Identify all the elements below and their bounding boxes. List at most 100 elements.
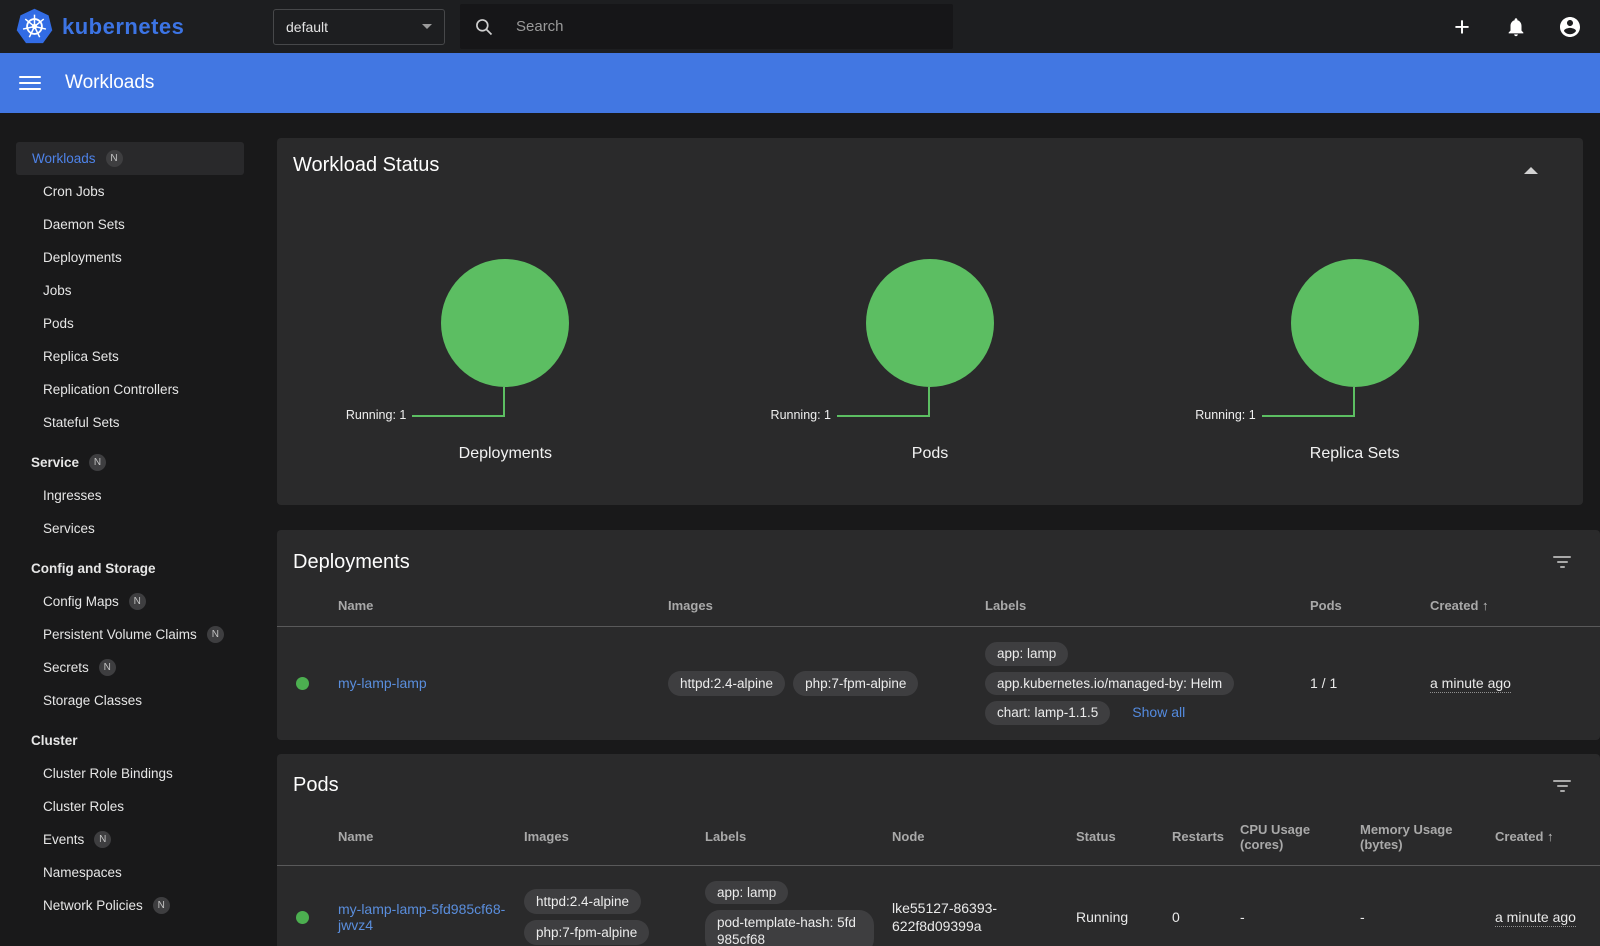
page-title: Workloads	[65, 72, 154, 94]
show-all-labels-link[interactable]: Show all	[1132, 704, 1185, 720]
column-header-memory[interactable]: Memory Usage (bytes)	[1360, 808, 1495, 866]
collapse-card-button[interactable]	[1519, 158, 1543, 182]
account-button[interactable]	[1558, 15, 1582, 39]
pod-memory-usage: -	[1360, 865, 1495, 946]
sidebar-item-deployments[interactable]: Deployments	[16, 241, 244, 274]
pods-card-title: Pods	[293, 774, 339, 797]
sidebar-item-secrets[interactable]: SecretsN	[16, 651, 244, 684]
page-toolbar: Workloads	[0, 53, 1600, 113]
sidebar-item-label: Services	[43, 512, 95, 545]
column-header-images[interactable]: Images	[524, 808, 705, 866]
menu-button[interactable]	[19, 72, 41, 94]
sidebar-item-label: Deployments	[43, 241, 122, 274]
column-header-created[interactable]: Created ↑	[1430, 584, 1600, 627]
sidebar-item-network-policies[interactable]: Network PoliciesN	[16, 889, 244, 922]
column-header-labels[interactable]: Labels	[985, 584, 1310, 627]
label-chip: php:7-fpm-alpine	[524, 920, 649, 945]
pod-images: httpd:2.4-alpinephp:7-fpm-alpine	[524, 865, 705, 946]
sidebar-item-storage-classes[interactable]: Storage Classes	[16, 684, 244, 717]
new-badge: N	[106, 150, 123, 167]
deployment-name-link[interactable]: my-lamp-lamp	[338, 675, 427, 691]
label-chip: app: lamp	[705, 881, 788, 905]
deployments-table: Name Images Labels Pods Created ↑ my-lam…	[277, 584, 1600, 740]
sidebar-item-events[interactable]: EventsN	[16, 823, 244, 856]
filter-icon[interactable]	[1552, 778, 1572, 794]
search-input[interactable]	[516, 18, 896, 35]
pod-node: lke55127-86393-622f8d09399a	[892, 899, 1066, 935]
callout-line	[412, 387, 505, 417]
deployments-pie-chart: Running: 1 Deployments	[293, 259, 718, 463]
sidebar-item-label: Stateful Sets	[43, 406, 120, 439]
sidebar-item-cron-jobs[interactable]: Cron Jobs	[16, 175, 244, 208]
sidebar-item-label: Daemon Sets	[43, 208, 125, 241]
pie-slice-label: Running: 1	[346, 408, 406, 422]
main-content: Workload Status Running: 1 Deployments	[260, 113, 1600, 946]
pod-created: a minute ago	[1495, 909, 1576, 927]
search-bar[interactable]	[460, 4, 953, 49]
account-circle-icon	[1558, 14, 1582, 40]
sidebar-nav: Workloads N Cron JobsDaemon SetsDeployment…	[0, 113, 260, 946]
pod-restarts: 0	[1172, 865, 1240, 946]
sidebar-item-ingresses[interactable]: Ingresses	[16, 479, 244, 512]
namespace-select[interactable]: default	[273, 9, 445, 45]
column-header-images[interactable]: Images	[668, 584, 985, 627]
sidebar-item-label: Jobs	[43, 274, 72, 307]
column-header-name[interactable]: Name	[338, 808, 524, 866]
sidebar-item-label: Persistent Volume Claims	[43, 618, 197, 651]
callout-line	[837, 387, 930, 417]
sidebar-item-label: Workloads	[32, 142, 96, 175]
sidebar-item-services[interactable]: Services	[16, 512, 244, 545]
sidebar-item-jobs[interactable]: Jobs	[16, 274, 244, 307]
notifications-button[interactable]	[1504, 15, 1528, 39]
column-header-status-text[interactable]: Status	[1076, 808, 1172, 866]
new-badge: N	[89, 454, 106, 471]
pod-name-link[interactable]: my-lamp-lamp-5fd985cf68-jwvz4	[338, 901, 505, 933]
sidebar-item-label: Ingresses	[43, 479, 102, 512]
pod-row: my-lamp-lamp-5fd985cf68-jwvz4 httpd:2.4-…	[277, 865, 1600, 946]
deployment-pods-count: 1 / 1	[1310, 627, 1430, 740]
column-header-status	[277, 584, 338, 627]
pod-status: Running	[1076, 865, 1172, 946]
sidebar-item-config-maps[interactable]: Config MapsN	[16, 585, 244, 618]
sidebar-item-config-and-storage: Config and Storage	[16, 552, 244, 585]
column-header-created[interactable]: Created ↑	[1495, 808, 1600, 866]
workload-status-card: Workload Status Running: 1 Deployments	[277, 138, 1583, 505]
sidebar-item-replica-sets[interactable]: Replica Sets	[16, 340, 244, 373]
pod-cpu-usage: -	[1240, 865, 1360, 946]
sidebar-item-stateful-sets[interactable]: Stateful Sets	[16, 406, 244, 439]
create-resource-button[interactable]: +	[1450, 15, 1474, 39]
column-header-status	[277, 808, 338, 866]
sidebar-item-service: ServiceN	[16, 446, 244, 479]
column-header-pods[interactable]: Pods	[1310, 584, 1430, 627]
sidebar-item-persistent-volume-claims[interactable]: Persistent Volume ClaimsN	[16, 618, 244, 651]
chevron-down-icon	[422, 24, 432, 29]
brand-name: kubernetes	[62, 14, 184, 40]
sidebar-item-cluster-roles[interactable]: Cluster Roles	[16, 790, 244, 823]
sidebar-item-daemon-sets[interactable]: Daemon Sets	[16, 208, 244, 241]
sidebar-item-replication-controllers[interactable]: Replication Controllers	[16, 373, 244, 406]
filter-icon[interactable]	[1552, 554, 1572, 570]
column-header-restarts[interactable]: Restarts	[1172, 808, 1240, 866]
column-header-node[interactable]: Node	[892, 808, 1076, 866]
label-chip: app: lamp	[985, 642, 1068, 666]
chevron-up-icon	[1524, 167, 1538, 174]
sidebar-item-workloads[interactable]: Workloads N	[16, 142, 244, 175]
column-header-cpu[interactable]: CPU Usage (cores)	[1240, 808, 1360, 866]
sidebar-item-label: Replica Sets	[43, 340, 119, 373]
column-header-labels[interactable]: Labels	[705, 808, 892, 866]
column-header-name[interactable]: Name	[338, 584, 668, 627]
deployments-card-title: Deployments	[293, 551, 410, 574]
pie-running-slice	[441, 259, 569, 387]
sidebar-item-pods[interactable]: Pods	[16, 307, 244, 340]
pods-pie-chart: Running: 1 Pods	[718, 259, 1143, 463]
sidebar-item-label: Secrets	[43, 651, 89, 684]
label-chip: chart: lamp-1.1.5	[985, 701, 1110, 725]
pie-running-slice	[1291, 259, 1419, 387]
sidebar-item-namespaces[interactable]: Namespaces	[16, 856, 244, 889]
plus-icon: +	[1454, 15, 1470, 39]
kubernetes-logo[interactable]: kubernetes	[0, 8, 250, 45]
new-badge: N	[153, 897, 170, 914]
sidebar-item-cluster-role-bindings[interactable]: Cluster Role Bindings	[16, 757, 244, 790]
label-chip: app.kubernetes.io/managed-by: Helm	[985, 672, 1234, 696]
chart-title: Deployments	[293, 445, 718, 463]
